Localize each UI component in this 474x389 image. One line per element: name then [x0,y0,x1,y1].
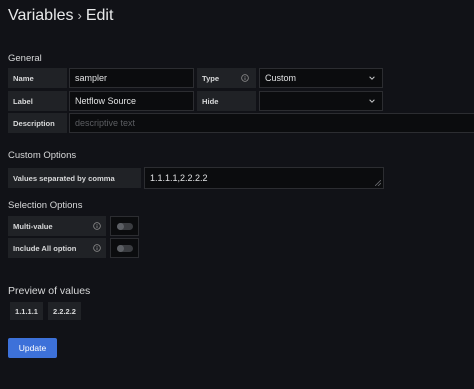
multi-value-label-text: Multi-value [13,221,53,231]
values-separated-label: Values separated by comma [8,168,141,188]
toggle-track [117,245,133,252]
multi-value-label: Multi-value [8,216,106,236]
name-input[interactable]: sampler [69,68,194,88]
custom-options-heading: Custom Options [8,150,77,161]
toggle-track [117,223,133,230]
name-label: Name [8,68,67,88]
include-all-label-text: Include All option [13,243,77,253]
hide-label: Hide [197,91,256,111]
chevron-down-icon [369,99,375,103]
info-icon[interactable] [93,222,101,230]
preview-heading: Preview of values [8,285,91,297]
info-icon[interactable] [241,74,249,82]
general-heading: General [8,53,42,64]
toggle-knob [117,245,124,252]
selection-options-heading: Selection Options [8,200,83,211]
type-label: Type [197,68,256,88]
page-title-main: Variables [8,7,74,24]
breadcrumb-separator: › [77,8,82,23]
label-input[interactable]: Netflow Source [69,91,194,111]
info-icon[interactable] [93,244,101,252]
description-input[interactable]: descriptive text [69,113,474,133]
custom-values-text: 1.1.1.1,2.2.2.2 [150,173,208,183]
chevron-down-icon [369,76,375,80]
page-title: Variables › Edit [8,7,113,25]
label-label: Label [8,91,67,111]
include-all-label: Include All option [8,238,106,258]
hide-select[interactable] [259,91,383,111]
multi-value-toggle[interactable] [110,216,139,236]
type-label-text: Type [202,73,220,83]
toggle-knob [117,223,124,230]
resize-handle-icon[interactable] [375,180,381,186]
page-title-sub: Edit [85,7,114,24]
type-select-value: Custom [265,73,297,83]
update-button[interactable]: Update [8,338,57,358]
preview-value-chip: 1.1.1.1 [10,302,43,320]
preview-value-chip: 2.2.2.2 [48,302,81,320]
type-select[interactable]: Custom [259,68,383,88]
custom-values-textarea[interactable]: 1.1.1.1,2.2.2.2 [144,167,384,189]
description-label: Description [8,113,67,133]
include-all-toggle[interactable] [110,238,139,258]
